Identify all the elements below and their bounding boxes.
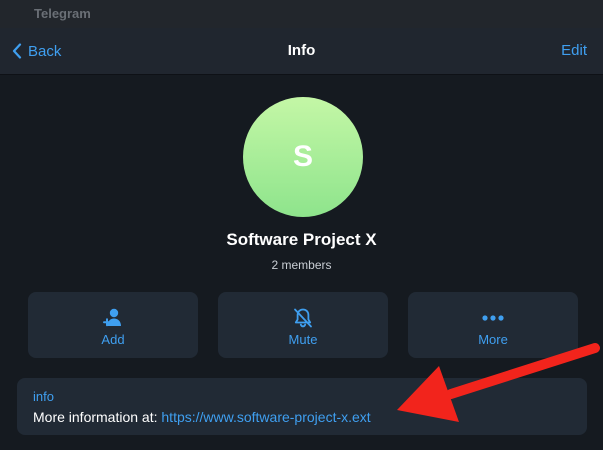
navbar: Back Info Edit: [0, 28, 603, 75]
info-link[interactable]: https://www.software-project-x.ext: [161, 409, 370, 425]
more-label: More: [478, 332, 508, 347]
info-text: More information at: https://www.softwar…: [33, 409, 371, 425]
mute-label: Mute: [288, 332, 318, 347]
page-title: Info: [287, 42, 316, 59]
add-user-icon: [28, 306, 198, 330]
group-name: Software Project X: [226, 230, 377, 249]
info-heading: info: [33, 389, 54, 404]
info-text-prefix: More information at:: [33, 409, 162, 425]
group-avatar[interactable]: S: [243, 97, 363, 217]
edit-button[interactable]: Edit: [561, 42, 587, 59]
more-button[interactable]: More: [408, 292, 578, 358]
info-card: info More information at: https://www.so…: [17, 378, 587, 435]
mute-button[interactable]: Mute: [218, 292, 388, 358]
window-titlebar: Telegram: [0, 0, 603, 28]
window-title: Telegram: [34, 6, 91, 21]
bell-muted-icon: [218, 306, 388, 330]
add-member-button[interactable]: Add: [28, 292, 198, 358]
member-count[interactable]: 2 members: [0, 258, 603, 272]
add-member-label: Add: [101, 332, 125, 347]
ellipsis-icon: [408, 306, 578, 330]
avatar-letter: S: [292, 140, 313, 173]
